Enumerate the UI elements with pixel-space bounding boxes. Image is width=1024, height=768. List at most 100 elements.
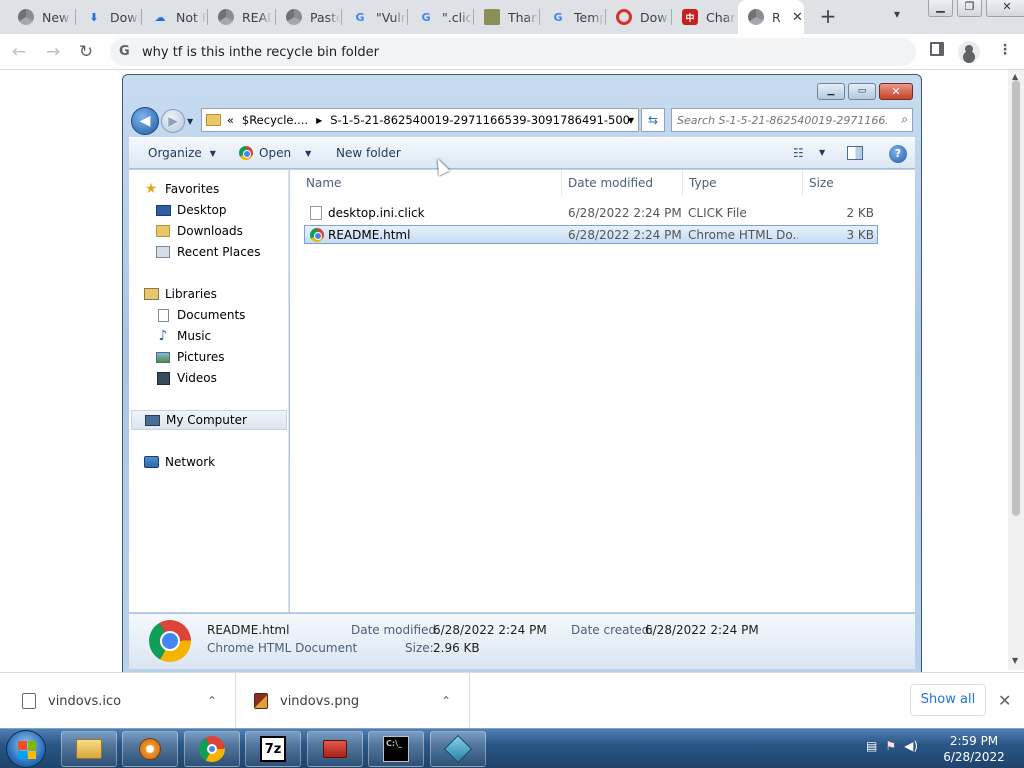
- downloads-folder-icon: [155, 224, 171, 238]
- google-icon: G: [553, 10, 563, 24]
- search-input[interactable]: [677, 112, 887, 128]
- scrollbar-thumb[interactable]: [1012, 80, 1020, 516]
- tab-charmap[interactable]: 中 Char: [672, 0, 738, 34]
- tab-thanks[interactable]: Than: [474, 0, 540, 34]
- column-header-type[interactable]: Type: [683, 170, 803, 196]
- videos-icon: [155, 371, 171, 385]
- side-panel-icon[interactable]: [930, 42, 944, 56]
- chevron-up-icon[interactable]: ⌃: [207, 694, 217, 708]
- chevron-up-icon[interactable]: ⌃: [441, 694, 451, 708]
- kebab-menu-icon[interactable]: ⋮: [998, 42, 1012, 58]
- back-arrow-icon[interactable]: ◀: [131, 107, 159, 135]
- nav-recent-places[interactable]: Recent Places: [155, 242, 260, 262]
- help-icon[interactable]: ?: [889, 145, 907, 163]
- nav-videos[interactable]: Videos: [155, 368, 217, 388]
- tab-downloads[interactable]: ⬇ Down: [76, 0, 142, 34]
- network-icon: [143, 455, 159, 469]
- chevron-down-icon[interactable]: ▼: [628, 116, 634, 125]
- taskbar-cubes[interactable]: [430, 731, 486, 767]
- taskbar-cmd[interactable]: C:\_: [368, 731, 424, 767]
- address-bar[interactable]: « $Recycle.... ▶ S-1-5-21-862540019-2971…: [201, 108, 639, 132]
- taskbar-explorer[interactable]: [61, 731, 117, 767]
- taskbar-media-player[interactable]: [122, 731, 178, 767]
- tab-active-readme[interactable]: R ✕: [738, 0, 804, 34]
- forward-arrow-icon[interactable]: →: [42, 41, 64, 63]
- documents-icon: [155, 308, 171, 322]
- tab-download-2[interactable]: Dow: [606, 0, 672, 34]
- downloads-bar: vindovs.ico ⌃ vindovs.png ⌃ Show all ✕: [0, 672, 1024, 729]
- new-folder-button[interactable]: New folder: [336, 146, 401, 160]
- taskbar-chrome[interactable]: [184, 731, 240, 767]
- open-button[interactable]: Open ▼: [239, 146, 311, 160]
- taskbar-toolbox[interactable]: [307, 731, 363, 767]
- maximize-icon[interactable]: ▭: [848, 83, 876, 100]
- column-header-name[interactable]: Name: [300, 170, 562, 196]
- chrome-icon: [199, 736, 225, 762]
- close-icon[interactable]: ✕: [998, 691, 1011, 710]
- scroll-down-icon[interactable]: ▼: [1012, 656, 1018, 665]
- network-status-icon[interactable]: ▤: [866, 739, 877, 753]
- nav-libraries[interactable]: Libraries: [143, 284, 217, 304]
- show-all-button[interactable]: Show all: [910, 684, 986, 716]
- nav-favorites[interactable]: ★ Favorites: [143, 179, 220, 199]
- tab-temp[interactable]: G Temp: [540, 0, 606, 34]
- minimize-icon[interactable]: ▁: [928, 0, 953, 17]
- omnibox[interactable]: G: [110, 38, 916, 66]
- recent-places-icon: [155, 245, 171, 259]
- reload-icon[interactable]: ↻: [75, 41, 97, 63]
- search-icon[interactable]: ⌕: [901, 112, 908, 127]
- nav-pictures[interactable]: Pictures: [155, 347, 225, 367]
- chevron-down-icon[interactable]: ▼: [187, 117, 193, 126]
- chevron-right-icon[interactable]: ▶: [316, 116, 322, 125]
- nav-network[interactable]: Network: [143, 452, 215, 472]
- breadcrumb-recycle[interactable]: $Recycle....: [242, 113, 308, 127]
- tab-click[interactable]: G ".click: [408, 0, 474, 34]
- refresh-icon[interactable]: ⇆: [641, 108, 665, 132]
- nav-music[interactable]: ♪ Music: [155, 326, 212, 346]
- volume-icon[interactable]: ◀): [904, 739, 918, 753]
- chevron-down-icon[interactable]: ▾: [894, 7, 900, 21]
- view-options-icon[interactable]: ☷: [793, 146, 804, 160]
- details-pane: README.html Chrome HTML Document Date mo…: [129, 613, 915, 669]
- restore-icon[interactable]: ❐: [957, 0, 982, 17]
- new-tab-button[interactable]: +: [816, 5, 840, 29]
- download-item[interactable]: vindovs.png ⌃: [236, 673, 470, 729]
- clock-time: 2:59 PM: [949, 734, 999, 748]
- file-icon: [22, 693, 36, 709]
- tab-not-found[interactable]: ☁ Not F: [142, 0, 208, 34]
- nav-desktop[interactable]: Desktop: [155, 200, 227, 220]
- table-row[interactable]: desktop.ini.click 6/28/2022 2:24 PM CLIC…: [304, 204, 878, 223]
- download-item[interactable]: vindovs.ico ⌃: [0, 673, 236, 729]
- forward-arrow-icon[interactable]: ▶: [161, 109, 185, 133]
- profile-avatar-icon[interactable]: [958, 41, 980, 63]
- column-header-date[interactable]: Date modified: [562, 170, 683, 196]
- table-row-selected[interactable]: README.html 6/28/2022 2:24 PM Chrome HTM…: [304, 225, 878, 244]
- organize-button[interactable]: Organize ▼: [148, 146, 216, 160]
- taskbar-7zip[interactable]: 7z: [245, 731, 301, 767]
- close-icon[interactable]: ✕: [879, 83, 913, 100]
- tab-readme[interactable]: READ: [208, 0, 276, 34]
- tab-vuln[interactable]: G "Vuln: [342, 0, 408, 34]
- tab-paste[interactable]: Paste: [276, 0, 342, 34]
- breadcrumb-sid[interactable]: S-1-5-21-862540019-2971166539-3091786491…: [330, 113, 630, 127]
- column-header-size[interactable]: Size: [803, 170, 883, 196]
- google-icon: G: [421, 10, 431, 24]
- start-button[interactable]: [6, 730, 46, 768]
- taskbar-clock[interactable]: 2:59 PM 6/28/2022: [938, 733, 1010, 765]
- nav-downloads[interactable]: Downloads: [155, 221, 243, 241]
- back-arrow-icon[interactable]: ←: [8, 41, 30, 63]
- minimize-icon[interactable]: ▁: [817, 83, 845, 100]
- nav-documents[interactable]: Documents: [155, 305, 245, 325]
- address-input[interactable]: [142, 42, 842, 62]
- tab-new[interactable]: New: [8, 0, 76, 34]
- close-icon[interactable]: ✕: [792, 10, 803, 25]
- page-scrollbar[interactable]: ▲ ▼: [1008, 70, 1024, 670]
- close-window-icon[interactable]: ✕: [986, 0, 1024, 17]
- nav-my-computer[interactable]: My Computer: [131, 410, 287, 430]
- chevron-down-icon[interactable]: ▼: [819, 148, 825, 157]
- details-file-kind: Chrome HTML Document: [207, 641, 358, 655]
- cloud-upload-icon: ☁: [154, 10, 166, 24]
- preview-pane-icon[interactable]: [847, 146, 863, 160]
- explorer-search[interactable]: ⌕: [671, 108, 913, 132]
- action-center-flag-icon[interactable]: ⚑: [885, 739, 896, 753]
